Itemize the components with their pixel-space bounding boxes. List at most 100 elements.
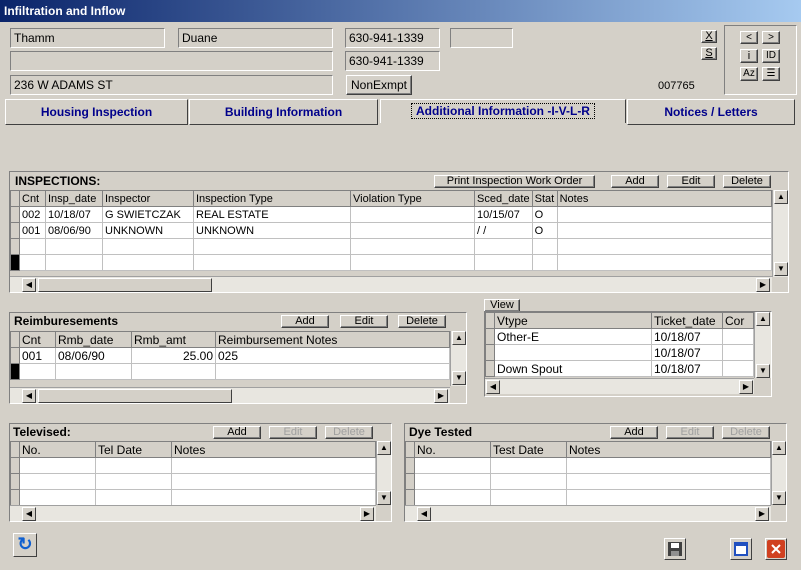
table-cell[interactable] bbox=[566, 473, 771, 490]
table-cell[interactable]: 10/18/07 bbox=[651, 360, 723, 377]
column-header[interactable]: Cor bbox=[722, 312, 754, 329]
table-cell[interactable] bbox=[490, 457, 567, 474]
scroll-left-icon[interactable]: ◀ bbox=[22, 389, 36, 403]
table-cell[interactable] bbox=[95, 457, 172, 474]
view-vertical-scrollbar[interactable]: ▲ ▼ bbox=[754, 312, 771, 378]
table-row[interactable] bbox=[10, 473, 376, 490]
table-row[interactable]: 001 08/06/90 25.00 025 bbox=[10, 347, 450, 364]
table-cell[interactable]: 08/06/90 bbox=[45, 222, 103, 239]
inspections-delete-button[interactable]: Delete bbox=[723, 175, 771, 188]
scroll-left-icon[interactable]: ◀ bbox=[22, 278, 36, 292]
table-row[interactable] bbox=[10, 254, 773, 271]
table-cell[interactable] bbox=[19, 473, 96, 490]
table-cell[interactable] bbox=[19, 489, 96, 506]
table-cell[interactable] bbox=[55, 363, 132, 380]
row-selector[interactable] bbox=[10, 238, 20, 255]
scroll-up-icon[interactable]: ▲ bbox=[377, 441, 391, 455]
address-field[interactable]: 236 W ADAMS ST bbox=[10, 75, 333, 95]
table-row[interactable] bbox=[10, 489, 376, 506]
table-cell[interactable] bbox=[131, 363, 216, 380]
tab-notices-letters[interactable]: Notices / Letters bbox=[627, 99, 795, 125]
column-header[interactable]: Inspection Type bbox=[193, 190, 351, 207]
s-button[interactable]: S bbox=[701, 47, 717, 60]
scroll-up-icon[interactable]: ▲ bbox=[756, 312, 770, 326]
row-selector[interactable] bbox=[10, 206, 20, 223]
table-cell[interactable] bbox=[556, 254, 773, 271]
table-cell[interactable] bbox=[95, 489, 172, 506]
reimbursements-vertical-scrollbar[interactable]: ▲ ▼ bbox=[450, 331, 466, 386]
table-cell[interactable] bbox=[350, 254, 475, 271]
row-selector[interactable] bbox=[405, 473, 415, 490]
table-cell[interactable] bbox=[193, 254, 351, 271]
next-record-button[interactable]: > bbox=[762, 31, 780, 44]
table-cell[interactable]: / / bbox=[474, 222, 533, 239]
column-header[interactable]: Rmb_date bbox=[55, 331, 132, 348]
inspections-add-button[interactable]: Add bbox=[611, 175, 659, 188]
table-cell[interactable] bbox=[556, 206, 773, 223]
scroll-right-icon[interactable]: ▶ bbox=[755, 507, 769, 521]
scroll-thumb[interactable] bbox=[38, 278, 212, 292]
column-header[interactable]: No. bbox=[19, 441, 96, 458]
table-cell[interactable]: 001 bbox=[19, 222, 46, 239]
scroll-thumb[interactable] bbox=[38, 389, 232, 403]
refresh-button[interactable]: ↻ bbox=[13, 533, 37, 557]
table-row[interactable]: 10/18/07 bbox=[485, 344, 754, 361]
phone1-extra-field[interactable] bbox=[450, 28, 513, 48]
table-row[interactable] bbox=[10, 363, 450, 380]
reimbursements-add-button[interactable]: Add bbox=[281, 315, 329, 328]
row-selector[interactable] bbox=[485, 344, 495, 361]
column-header[interactable]: No. bbox=[414, 441, 491, 458]
row-selector[interactable] bbox=[405, 489, 415, 506]
scroll-left-icon[interactable]: ◀ bbox=[417, 507, 431, 521]
column-header[interactable]: Ticket_date bbox=[651, 312, 723, 329]
view-horizontal-scrollbar[interactable]: ◀ ▶ bbox=[485, 378, 754, 394]
info-button[interactable]: i bbox=[740, 49, 758, 63]
televised-delete-button[interactable]: Delete bbox=[325, 426, 373, 439]
column-header[interactable]: Tel Date bbox=[95, 441, 172, 458]
row-selector[interactable] bbox=[10, 347, 20, 364]
table-cell[interactable] bbox=[490, 473, 567, 490]
table-cell[interactable]: G SWIETCZAK bbox=[102, 206, 194, 223]
column-header[interactable]: Sced_date bbox=[474, 190, 533, 207]
table-cell[interactable] bbox=[102, 238, 194, 255]
row-selector[interactable] bbox=[10, 222, 20, 239]
row-selector[interactable] bbox=[10, 254, 20, 271]
table-cell[interactable] bbox=[19, 254, 46, 271]
table-cell[interactable] bbox=[494, 344, 652, 361]
scroll-down-icon[interactable]: ▼ bbox=[772, 491, 786, 505]
table-cell[interactable]: 08/06/90 bbox=[55, 347, 132, 364]
table-cell[interactable] bbox=[722, 360, 754, 377]
prev-record-button[interactable]: < bbox=[740, 31, 758, 44]
reimbursements-delete-button[interactable]: Delete bbox=[398, 315, 446, 328]
table-row[interactable]: Other-E 10/18/07 bbox=[485, 328, 754, 345]
scroll-right-icon[interactable]: ▶ bbox=[756, 278, 770, 292]
nonexempt-button[interactable]: NonExmpt bbox=[346, 75, 412, 95]
scroll-down-icon[interactable]: ▼ bbox=[774, 262, 788, 276]
table-row[interactable]: 001 08/06/90 UNKNOWN UNKNOWN / / O bbox=[10, 222, 773, 239]
table-cell[interactable]: 10/18/07 bbox=[651, 328, 723, 345]
dye-add-button[interactable]: Add bbox=[610, 426, 658, 439]
column-header[interactable]: Notes bbox=[556, 190, 773, 207]
table-cell[interactable]: REAL ESTATE bbox=[193, 206, 351, 223]
scroll-up-icon[interactable]: ▲ bbox=[772, 441, 786, 455]
table-cell[interactable] bbox=[215, 363, 450, 380]
sort-az-button[interactable]: Az bbox=[740, 67, 758, 81]
column-header[interactable]: Stat bbox=[531, 190, 558, 207]
column-header[interactable]: Vtype bbox=[494, 312, 652, 329]
table-cell[interactable]: 25.00 bbox=[131, 347, 216, 364]
table-cell[interactable] bbox=[350, 238, 475, 255]
table-cell[interactable] bbox=[566, 489, 771, 506]
table-cell[interactable] bbox=[19, 238, 46, 255]
table-cell[interactable] bbox=[414, 489, 491, 506]
table-cell[interactable] bbox=[19, 457, 96, 474]
row-selector[interactable] bbox=[485, 360, 495, 377]
table-cell[interactable] bbox=[414, 457, 491, 474]
table-cell[interactable] bbox=[19, 363, 56, 380]
table-cell[interactable]: UNKNOWN bbox=[193, 222, 351, 239]
table-cell[interactable] bbox=[45, 238, 103, 255]
tab-additional-information[interactable]: Additional Information -I-V-L-R bbox=[380, 99, 626, 123]
table-cell[interactable] bbox=[171, 457, 376, 474]
table-cell[interactable]: Down Spout bbox=[494, 360, 652, 377]
scroll-left-icon[interactable]: ◀ bbox=[22, 507, 36, 521]
row-selector[interactable] bbox=[485, 328, 495, 345]
